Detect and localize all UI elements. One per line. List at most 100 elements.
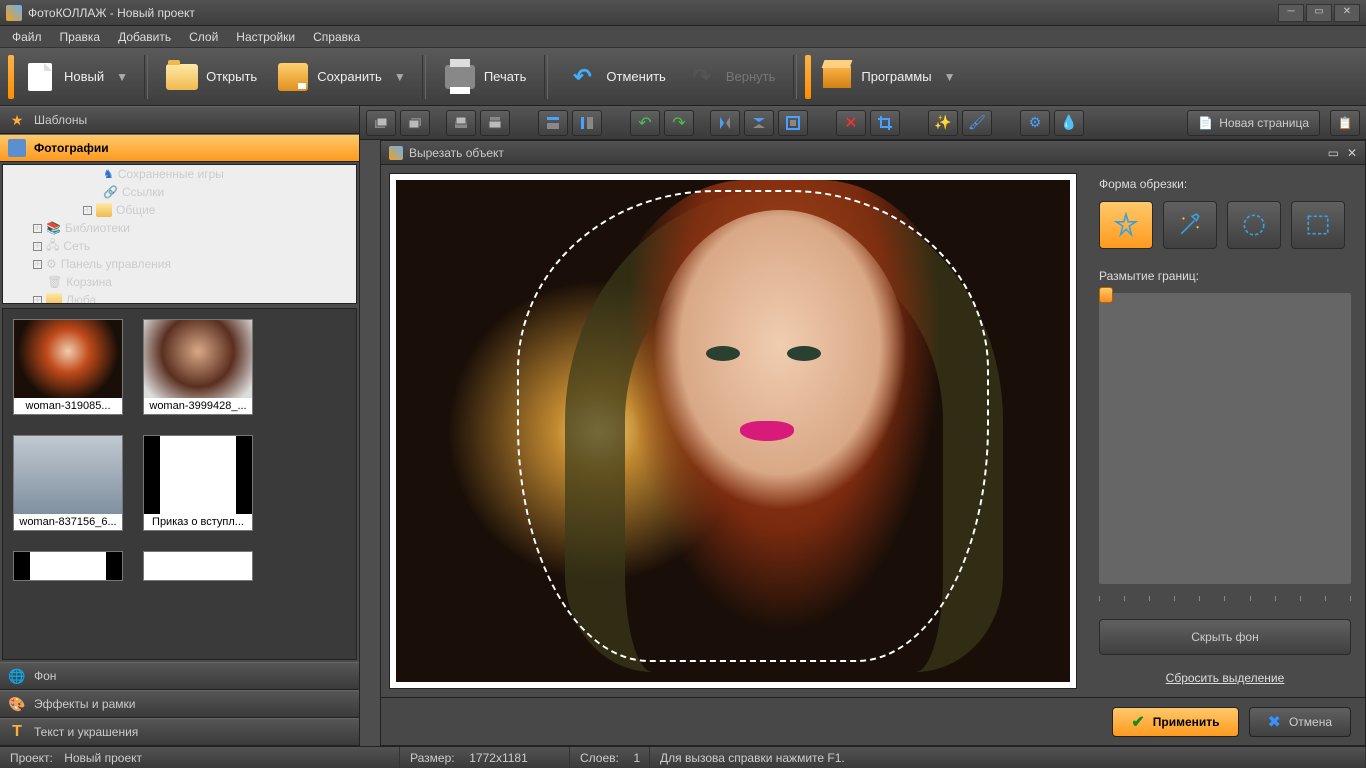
thumbnail-item[interactable]: woman-319085... <box>13 319 123 415</box>
menu-file[interactable]: Файл <box>4 28 50 46</box>
dialog-icon <box>389 146 403 160</box>
slider-ticks <box>1099 596 1351 601</box>
shape-freehand-button[interactable] <box>1099 201 1153 249</box>
check-icon: ✔ <box>1131 712 1144 732</box>
layer-btn-4[interactable] <box>480 110 510 136</box>
minimize-button[interactable]: ─ <box>1278 4 1304 22</box>
thumbnail-item[interactable]: Приказ о вступл... <box>143 435 253 531</box>
cancel-button[interactable]: ✖ Отмена <box>1249 707 1351 737</box>
blur-label: Размытие границ: <box>1099 269 1351 283</box>
reset-selection-link[interactable]: Сбросить выделение <box>1099 671 1351 685</box>
control-panel-icon: ⚙ <box>46 257 57 271</box>
new-page-button[interactable]: 📄 Новая страница <box>1187 110 1320 136</box>
center-area: ↶ ↷ ✕ ✨ 🖌 ⚙ 💧 📄 Новая страница 📋 <box>360 106 1366 746</box>
templates-tab[interactable]: ★ Шаблоны <box>0 106 359 134</box>
titlebar: ФотоКОЛЛАЖ - Новый проект ─ ▭ ✕ <box>0 0 1366 26</box>
undo-icon: ↶ <box>566 61 598 93</box>
text-tab[interactable]: T Текст и украшения <box>0 718 359 746</box>
folder-tree[interactable]: ♞Сохраненные игры 🔗Ссылки +Общие +📚Библи… <box>2 164 357 304</box>
fit-button[interactable] <box>778 110 808 136</box>
thumbnail-item[interactable] <box>13 551 123 581</box>
dialog-maximize-button[interactable]: ▭ <box>1328 146 1339 160</box>
shape-label: Форма обрезки: <box>1099 177 1351 191</box>
photo-preview <box>396 180 1070 682</box>
apply-button[interactable]: ✔ Применить <box>1112 707 1238 737</box>
rotate-right-button[interactable]: ↷ <box>664 110 694 136</box>
programs-button[interactable]: Программы▼ <box>811 57 963 97</box>
left-panel: ★ Шаблоны Фотографии ♞Сохраненные игры 🔗… <box>0 106 360 746</box>
align-btn-2[interactable] <box>572 110 602 136</box>
align-btn-1[interactable] <box>538 110 568 136</box>
selection-outline[interactable] <box>517 190 989 662</box>
shape-rect-button[interactable] <box>1291 201 1345 249</box>
delete-button[interactable]: ✕ <box>836 110 866 136</box>
photos-tab[interactable]: Фотографии <box>0 134 359 162</box>
dialog-options-panel: Форма обрезки: Размытие границ: Скрыть ф… <box>1085 165 1365 697</box>
save-icon <box>277 61 309 93</box>
eyedropper-button[interactable]: 💧 <box>1054 110 1084 136</box>
rotate-left-button[interactable]: ↶ <box>630 110 660 136</box>
maximize-button[interactable]: ▭ <box>1306 4 1332 22</box>
main-toolbar: Новый▼ Открыть Сохранить▼ Печать ↶ Отмен… <box>0 48 1366 106</box>
menu-layer[interactable]: Слой <box>181 28 226 46</box>
flip-h-button[interactable] <box>710 110 740 136</box>
menu-help[interactable]: Справка <box>305 28 368 46</box>
crop-button[interactable] <box>870 110 900 136</box>
menu-settings[interactable]: Настройки <box>228 28 303 46</box>
layer-btn-1[interactable] <box>366 110 396 136</box>
dropdown-icon: ▼ <box>394 70 404 84</box>
layer-btn-3[interactable] <box>446 110 476 136</box>
cancel-icon: ✖ <box>1268 712 1281 732</box>
dialog-footer: ✔ Применить ✖ Отмена <box>381 697 1365 745</box>
effects-tab[interactable]: 🎨 Эффекты и рамки <box>0 690 359 718</box>
open-button[interactable]: Открыть <box>156 57 267 97</box>
redo-button[interactable]: ↷ Вернуть <box>676 57 786 97</box>
flip-v-button[interactable] <box>744 110 774 136</box>
settings-button[interactable]: ⚙ <box>1020 110 1050 136</box>
wand-button[interactable]: ✨ <box>928 110 958 136</box>
thumbnail-item[interactable]: woman-837156_6... <box>13 435 123 531</box>
redo-icon: ↷ <box>686 61 718 93</box>
new-file-icon <box>24 61 56 93</box>
print-button[interactable]: Печать <box>434 57 537 97</box>
layer-btn-2[interactable] <box>400 110 430 136</box>
shape-oval-button[interactable] <box>1227 201 1281 249</box>
close-button[interactable]: ✕ <box>1334 4 1360 22</box>
blur-slider[interactable] <box>1099 293 1351 584</box>
thumbnail-item[interactable]: woman-3999428_... <box>143 319 253 415</box>
printer-icon <box>444 61 476 93</box>
palette-icon: 🎨 <box>8 695 26 713</box>
new-button[interactable]: Новый▼ <box>14 57 136 97</box>
game-icon: ♞ <box>103 167 114 181</box>
library-icon: 📚 <box>46 221 61 235</box>
brush-button[interactable]: 🖌 <box>962 110 992 136</box>
dialog-titlebar: Вырезать объект ▭ ✕ <box>381 141 1365 165</box>
canvas[interactable] <box>389 173 1077 689</box>
link-icon: 🔗 <box>103 185 118 199</box>
text-icon: T <box>8 723 26 741</box>
network-icon: 🖧 <box>46 236 59 257</box>
thumbnails-grid: woman-319085... woman-3999428_... woman-… <box>2 308 357 660</box>
canvas-toolbar: ↶ ↷ ✕ ✨ 🖌 ⚙ 💧 📄 Новая страница 📋 <box>360 106 1366 140</box>
extra-button[interactable]: 📋 <box>1330 110 1360 136</box>
slider-knob[interactable] <box>1099 287 1113 303</box>
hide-background-button[interactable]: Скрыть фон <box>1099 619 1351 655</box>
undo-button[interactable]: ↶ Отменить <box>556 57 675 97</box>
menu-add[interactable]: Добавить <box>110 28 179 46</box>
globe-icon: 🌐 <box>8 667 26 685</box>
app-icon <box>6 5 22 21</box>
photo-icon <box>8 139 26 157</box>
menu-edit[interactable]: Правка <box>52 28 109 46</box>
thumbnail-item[interactable] <box>143 551 253 581</box>
folder-icon <box>166 61 198 93</box>
save-button[interactable]: Сохранить▼ <box>267 57 414 97</box>
box-icon <box>821 61 853 93</box>
cut-object-dialog: Вырезать объект ▭ ✕ <box>380 140 1366 746</box>
star-icon: ★ <box>8 111 26 129</box>
dropdown-icon: ▼ <box>944 70 954 84</box>
shape-magic-button[interactable] <box>1163 201 1217 249</box>
statusbar: Проект: Новый проект Размер: 1772x1181 С… <box>0 746 1366 768</box>
background-tab[interactable]: 🌐 Фон <box>0 662 359 690</box>
window-title: ФотоКОЛЛАЖ - Новый проект <box>28 6 195 20</box>
dialog-close-button[interactable]: ✕ <box>1347 146 1357 160</box>
